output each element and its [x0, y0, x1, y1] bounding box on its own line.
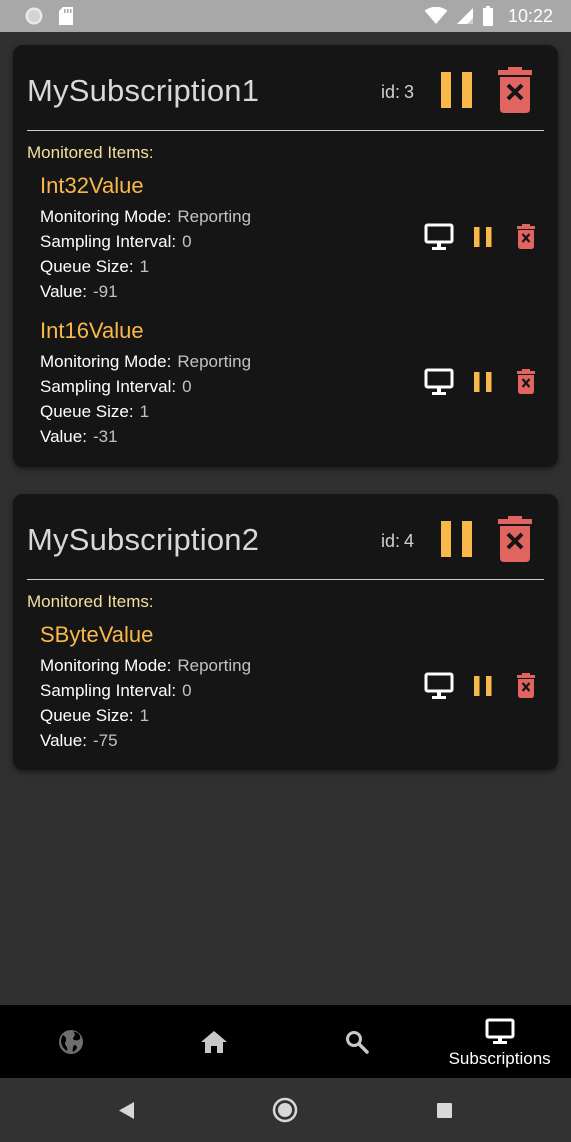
- pause-subscription-button[interactable]: [441, 521, 473, 557]
- value-value: -75: [92, 731, 118, 750]
- monitoring-mode-label: Monitoring Mode:: [40, 656, 172, 675]
- monitor-icon: [485, 1018, 515, 1044]
- home-icon: [201, 1031, 228, 1053]
- battery-icon: [482, 6, 493, 26]
- queue-size-row: Queue Size: 1: [40, 257, 149, 277]
- sampling-interval-row: Sampling Interval: 0: [40, 232, 192, 252]
- subscription-card: MySubscription2 id: 4 Monitored Items: SB…: [13, 494, 558, 770]
- subscription-id: id: 4: [381, 531, 414, 552]
- search-icon: [345, 1031, 369, 1054]
- value-row: Value: -31: [40, 427, 118, 447]
- sampling-interval-value: 0: [182, 681, 192, 700]
- nav-item-search[interactable]: [286, 1005, 429, 1078]
- value-value: -31: [92, 427, 118, 446]
- card-header: MySubscription2 id: 4: [13, 494, 558, 580]
- subscription-id: id: 3: [381, 82, 414, 103]
- monitored-item: Int16Value Monitoring Mode: Reporting Sam…: [40, 318, 550, 448]
- monitoring-mode-label: Monitoring Mode:: [40, 352, 172, 371]
- value-value: -91: [92, 282, 118, 301]
- sampling-interval-row: Sampling Interval: 0: [40, 681, 192, 701]
- monitor-item-button[interactable]: [424, 368, 454, 396]
- value-row: Value: -75: [40, 731, 118, 751]
- delete-item-button[interactable]: [517, 224, 535, 249]
- nav-item-subscriptions[interactable]: Subscriptions: [428, 1005, 571, 1078]
- monitoring-mode-row: Monitoring Mode: Reporting: [40, 207, 251, 227]
- recents-icon[interactable]: [437, 1103, 452, 1118]
- item-actions: [424, 223, 542, 251]
- item-name: SByteValue: [40, 622, 154, 647]
- subscription-id-label: id:: [381, 82, 401, 102]
- status-time: 10:22: [507, 5, 553, 26]
- divider: [27, 579, 544, 580]
- delete-subscription-button[interactable]: [498, 516, 532, 562]
- queue-size-value: 1: [139, 402, 150, 421]
- queue-size-label: Queue Size:: [40, 706, 134, 725]
- queue-size-value: 1: [139, 257, 150, 276]
- monitor-item-button[interactable]: [424, 672, 454, 700]
- monitored-items-label: Monitored Items:: [27, 143, 154, 162]
- item-actions: [424, 368, 542, 396]
- monitoring-mode-row: Monitoring Mode: Reporting: [40, 352, 251, 372]
- monitor-item-button[interactable]: [424, 223, 454, 251]
- monitored-item: Int32Value Monitoring Mode: Reporting Sam…: [40, 173, 550, 303]
- subscription-id-label: id:: [381, 531, 401, 551]
- pause-item-button[interactable]: [474, 676, 492, 696]
- item-name: Int32Value: [40, 173, 144, 198]
- value-label: Value:: [40, 427, 87, 446]
- subscription-id-value: 3: [404, 82, 415, 102]
- sampling-interval-value: 0: [182, 232, 192, 251]
- queue-size-value: 1: [139, 706, 150, 725]
- wifi-icon: [424, 7, 448, 24]
- bottom-navigation: Subscriptions: [0, 1005, 571, 1078]
- queue-size-label: Queue Size:: [40, 402, 134, 421]
- queue-size-row: Queue Size: 1: [40, 402, 149, 422]
- system-navigation-bar: [0, 1078, 571, 1142]
- back-icon[interactable]: [119, 1102, 135, 1119]
- value-label: Value:: [40, 282, 87, 301]
- delete-item-button[interactable]: [517, 369, 535, 394]
- pause-item-button[interactable]: [474, 227, 492, 247]
- subscription-id-value: 4: [404, 531, 415, 551]
- circle-notification-icon: [25, 7, 43, 25]
- delete-subscription-button[interactable]: [498, 67, 532, 113]
- sampling-interval-label: Sampling Interval:: [40, 232, 177, 251]
- subscription-title: MySubscription1: [27, 73, 260, 108]
- monitoring-mode-value: Reporting: [177, 352, 252, 371]
- sampling-interval-row: Sampling Interval: 0: [40, 377, 192, 397]
- nav-item-server[interactable]: [0, 1005, 143, 1078]
- pause-item-button[interactable]: [474, 372, 492, 392]
- queue-size-label: Queue Size:: [40, 257, 134, 276]
- delete-item-button[interactable]: [517, 673, 535, 698]
- pause-subscription-button[interactable]: [441, 72, 473, 108]
- value-label: Value:: [40, 731, 87, 750]
- card-header: MySubscription1 id: 3: [13, 45, 558, 131]
- sampling-interval-value: 0: [182, 377, 192, 396]
- monitoring-mode-value: Reporting: [177, 656, 252, 675]
- item-name: Int16Value: [40, 318, 144, 343]
- monitoring-mode-value: Reporting: [177, 207, 252, 226]
- status-bar: 10:22: [0, 0, 571, 32]
- subscription-title: MySubscription2: [27, 522, 260, 557]
- divider: [27, 130, 544, 131]
- monitored-items-label: Monitored Items:: [27, 592, 154, 611]
- signal-icon: [456, 8, 473, 24]
- home-circle-icon[interactable]: [272, 1097, 298, 1123]
- value-row: Value: -91: [40, 282, 118, 302]
- nav-label-subscriptions: Subscriptions: [448, 1049, 551, 1068]
- sampling-interval-label: Sampling Interval:: [40, 681, 177, 700]
- sd-card-icon: [59, 7, 73, 25]
- monitoring-mode-label: Monitoring Mode:: [40, 207, 172, 226]
- globe-icon: [59, 1030, 84, 1054]
- queue-size-row: Queue Size: 1: [40, 706, 149, 726]
- item-actions: [424, 672, 542, 700]
- subscription-card: MySubscription1 id: 3 Monitored Items: In…: [13, 45, 558, 467]
- monitoring-mode-row: Monitoring Mode: Reporting: [40, 656, 251, 676]
- subscriptions-list: MySubscription1 id: 3 Monitored Items: In…: [0, 32, 571, 1005]
- nav-item-home[interactable]: [143, 1005, 286, 1078]
- monitored-item: SByteValue Monitoring Mode: Reporting Sam…: [40, 622, 550, 752]
- sampling-interval-label: Sampling Interval:: [40, 377, 177, 396]
